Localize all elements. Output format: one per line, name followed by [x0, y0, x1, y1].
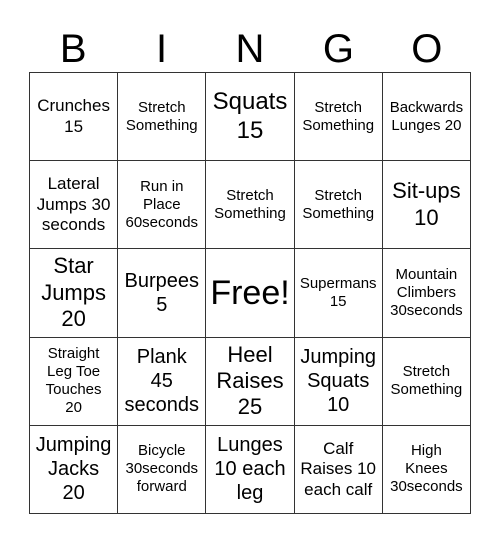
header-letter-b: B [59, 27, 87, 71]
header-letter-g: G [322, 27, 354, 71]
bingo-cell[interactable]: High Knees 30seconds [382, 425, 471, 514]
bingo-cell[interactable]: Supermans 15 [294, 249, 383, 338]
bingo-cell[interactable]: Burpees 5 [118, 249, 207, 338]
bingo-cell[interactable]: Plank 45 seconds [118, 337, 207, 426]
bingo-cell[interactable]: Lateral Jumps 30 seconds [30, 161, 119, 250]
free-space-cell[interactable]: Free! [206, 249, 295, 338]
header-letter-n: N [235, 27, 265, 71]
bingo-cell[interactable]: Stretch Something [206, 161, 295, 250]
bingo-cell[interactable]: Jumping Jacks 20 [30, 425, 119, 514]
bingo-cell[interactable]: Stretch Something [294, 161, 383, 250]
bingo-cell[interactable]: Stretch Something [118, 73, 207, 162]
bingo-cell[interactable]: Sit-ups 10 [382, 161, 471, 250]
bingo-cell[interactable]: Jumping Squats 10 [294, 337, 383, 426]
bingo-cell[interactable]: Straight Leg Toe Touches 20 [30, 337, 119, 426]
bingo-cell[interactable]: Star Jumps 20 [30, 249, 119, 338]
header-letter-o: O [411, 27, 443, 71]
bingo-cell[interactable]: Crunches 15 [30, 73, 119, 162]
bingo-cell[interactable]: Lunges 10 each leg [206, 425, 295, 514]
bingo-cell[interactable]: Bicycle 30seconds forward [118, 425, 207, 514]
bingo-cell[interactable]: Heel Raises 25 [206, 337, 295, 426]
bingo-cell[interactable]: Stretch Something [294, 73, 383, 162]
header-letter-i: I [156, 27, 168, 71]
bingo-cell[interactable]: Mountain Climbers 30seconds [382, 249, 471, 338]
bingo-cell[interactable]: Squats 15 [206, 73, 295, 162]
bingo-grid: Crunches 15 Stretch Something Squats 15 … [29, 72, 471, 514]
bingo-cell[interactable]: Run in Place 60seconds [118, 161, 207, 250]
bingo-cell[interactable]: Stretch Something [382, 337, 471, 426]
bingo-cell[interactable]: Calf Raises 10 each calf [294, 425, 383, 514]
bingo-header: B I N G O [29, 26, 471, 72]
bingo-cell[interactable]: Backwards Lunges 20 [382, 73, 471, 162]
